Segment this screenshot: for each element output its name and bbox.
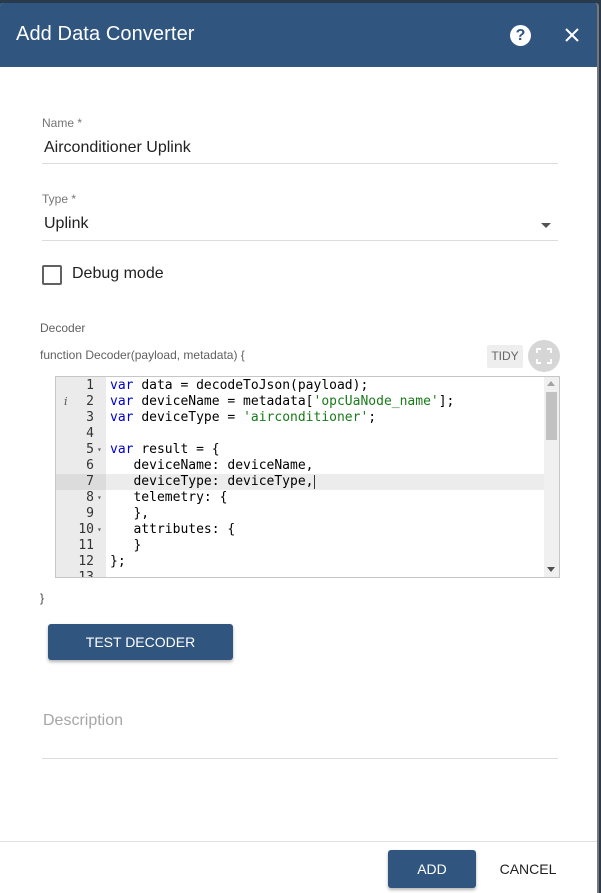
code-text: attributes: { xyxy=(110,522,236,537)
code-line[interactable]: 3 var deviceType = 'airconditioner'; xyxy=(56,410,545,426)
debug-mode-label[interactable]: Debug mode xyxy=(72,265,164,283)
scroll-down-icon[interactable] xyxy=(547,567,555,572)
code-line[interactable]: 9 }, xyxy=(56,506,545,522)
code-line[interactable]: 8 ▾ telemetry: { xyxy=(56,490,545,506)
test-decoder-function-button[interactable]: TEST DECODER FUNCTION xyxy=(48,624,233,686)
code-text: } xyxy=(110,538,142,553)
code-editor[interactable]: 1 var data = decodeToJson(payload); 2 i var … xyxy=(55,376,560,578)
code-line[interactable]: 2 i var deviceName = metadata['opcUaNode_n… xyxy=(56,394,545,410)
line-number: 4 xyxy=(86,426,94,441)
line-number: 11 xyxy=(78,538,94,553)
code-text: deviceType: deviceType, xyxy=(110,474,315,489)
function-closing-brace: } xyxy=(40,591,45,605)
dialog-title: Add Data Converter xyxy=(16,23,195,45)
dropdown-arrow-icon[interactable] xyxy=(541,223,551,228)
fold-arrow-icon[interactable]: ▾ xyxy=(97,522,102,538)
line-number: 13 xyxy=(78,570,94,578)
type-select[interactable]: Uplink xyxy=(44,215,88,233)
decoder-label: Decoder xyxy=(40,321,86,335)
code-line[interactable]: 6 deviceName: deviceName, xyxy=(56,458,545,474)
debug-mode-checkbox[interactable] xyxy=(42,265,62,285)
line-number: 2 xyxy=(86,394,94,409)
line-number: 1 xyxy=(86,378,94,393)
name-input[interactable]: Airconditioner Uplink xyxy=(44,139,191,157)
code-line[interactable]: 12}; xyxy=(56,554,545,570)
code-text: var deviceName = metadata['opcUaNode_nam… xyxy=(110,394,455,409)
tidy-button[interactable]: TIDY xyxy=(487,345,523,368)
line-number: 5 xyxy=(86,442,94,457)
name-label: Name * xyxy=(42,116,83,130)
code-text: telemetry: { xyxy=(110,490,228,505)
dialog-header: Add Data Converter ? xyxy=(0,3,597,67)
type-underline xyxy=(42,240,558,241)
line-number: 7 xyxy=(56,474,106,490)
fullscreen-button[interactable] xyxy=(528,340,560,372)
fold-arrow-icon[interactable]: ▾ xyxy=(97,442,102,458)
help-icon[interactable]: ? xyxy=(510,25,531,46)
line-number: 12 xyxy=(78,554,94,569)
code-text: deviceName: deviceName, xyxy=(110,458,314,473)
name-underline xyxy=(42,163,558,164)
cancel-button[interactable]: CANCEL xyxy=(488,850,568,888)
line-number: 8 xyxy=(86,490,94,505)
line-number: 6 xyxy=(86,458,94,473)
code-text: }, xyxy=(110,506,150,521)
info-icon[interactable]: i xyxy=(64,394,68,410)
scroll-thumb[interactable] xyxy=(546,392,557,440)
code-text: var data = decodeToJson(payload); xyxy=(110,378,369,393)
text-cursor xyxy=(313,474,315,489)
code-line[interactable]: 4 xyxy=(56,426,545,442)
code-text: }; xyxy=(110,554,126,569)
description-input[interactable]: Description xyxy=(43,712,123,730)
add-data-converter-dialog: Add Data Converter ? Name * Aircondition… xyxy=(0,3,599,893)
function-signature: function Decoder(payload, metadata) { xyxy=(40,348,245,362)
close-icon[interactable] xyxy=(560,23,584,47)
line-number: 10 xyxy=(78,522,94,537)
editor-scrollbar[interactable] xyxy=(544,377,559,577)
fold-arrow-icon[interactable]: ▾ xyxy=(97,490,102,506)
scroll-up-icon[interactable] xyxy=(547,381,555,386)
footer-divider xyxy=(0,841,597,842)
line-number: 3 xyxy=(86,410,94,425)
line-number: 9 xyxy=(86,506,94,521)
code-text: var deviceType = 'airconditioner'; xyxy=(110,410,377,425)
add-button[interactable]: ADD xyxy=(388,850,476,888)
code-line[interactable]: 7 deviceType: deviceType, xyxy=(56,474,545,490)
code-text: var result = { xyxy=(110,442,220,457)
code-line[interactable]: 5 ▾ var result = { xyxy=(56,442,545,458)
code-line[interactable]: 11 } xyxy=(56,538,545,554)
code-line[interactable]: 13 xyxy=(56,570,545,578)
code-line[interactable]: 1 var data = decodeToJson(payload); xyxy=(56,378,545,394)
type-label: Type * xyxy=(42,192,77,206)
fullscreen-icon xyxy=(536,348,552,364)
code-line[interactable]: 10 ▾ attributes: { xyxy=(56,522,545,538)
description-underline xyxy=(42,758,558,759)
